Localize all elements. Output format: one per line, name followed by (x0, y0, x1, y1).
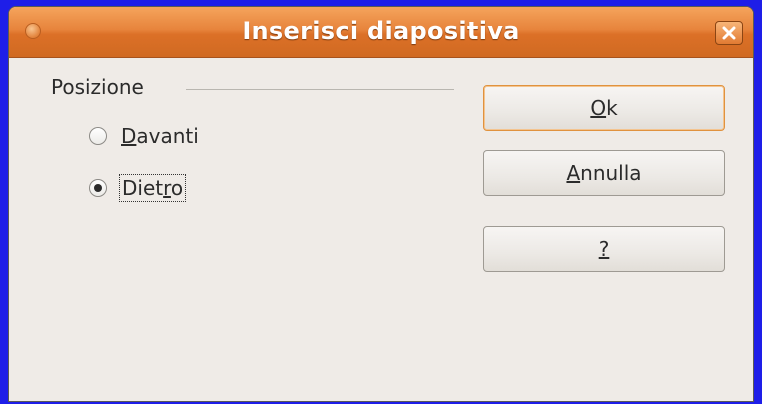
radio-label-dietro[interactable]: Dietro (119, 174, 187, 202)
mnemonic-r: r (163, 176, 171, 200)
help-label: ? (598, 237, 610, 261)
title-bar[interactable]: Inserisci diapositiva (9, 7, 753, 58)
ok-label-rest: k (606, 96, 618, 120)
ok-button[interactable]: Ok (483, 85, 725, 131)
mnemonic-d: D (121, 124, 137, 148)
radio-option-davanti[interactable]: Davanti (89, 123, 201, 149)
radio-checked-icon[interactable] (89, 179, 107, 197)
close-icon (722, 26, 736, 40)
radio-dot (94, 184, 102, 192)
label-post: o (170, 176, 184, 200)
screen-frame: Inserisci diapositiva Posizione Davanti … (0, 0, 762, 404)
radio-option-dietro[interactable]: Dietro (89, 174, 187, 202)
position-group-label: Posizione (51, 75, 144, 99)
radio-unchecked-icon[interactable] (89, 127, 107, 145)
mnemonic-o: O (590, 96, 607, 120)
dialog-window: Inserisci diapositiva Posizione Davanti … (8, 6, 754, 402)
radio-label-davanti[interactable]: Davanti (119, 123, 201, 149)
mnemonic-a: A (566, 161, 581, 185)
help-button[interactable]: ? (483, 226, 725, 272)
label-rest: avanti (136, 124, 199, 148)
dialog-title: Inserisci diapositiva (242, 17, 520, 45)
label-pre: Diet (122, 176, 164, 200)
cancel-label-rest: nnulla (580, 161, 642, 185)
close-button[interactable] (715, 21, 743, 45)
group-divider (186, 89, 454, 90)
cancel-button[interactable]: Annulla (483, 150, 725, 196)
